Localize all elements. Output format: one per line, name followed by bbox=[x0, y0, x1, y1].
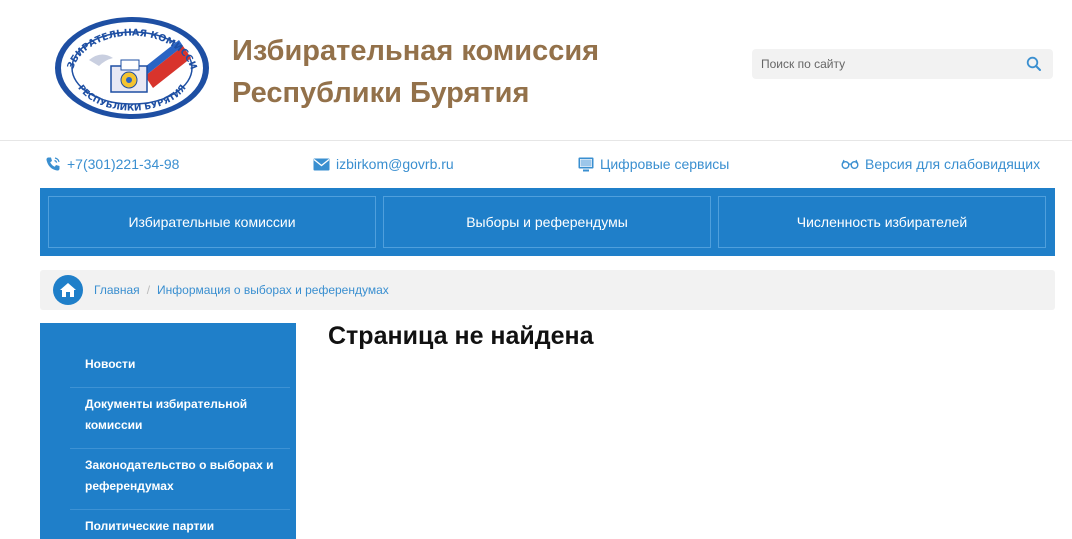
site-title-line2: Республики Бурятия bbox=[232, 77, 530, 109]
sidebar-menu: Новости Документы избирательной комиссии… bbox=[40, 323, 296, 539]
search-box bbox=[752, 49, 1053, 79]
home-button[interactable] bbox=[53, 275, 83, 305]
email-address: izbirkom@govrb.ru bbox=[336, 156, 454, 172]
search-icon bbox=[1026, 56, 1041, 71]
search-input[interactable] bbox=[752, 49, 1014, 79]
accessibility-link[interactable]: Версия для слабовидящих bbox=[841, 156, 1040, 172]
nav-item-label: Выборы и референдумы bbox=[466, 214, 628, 230]
breadcrumb: Главная / Информация о выборах и референ… bbox=[40, 270, 1055, 310]
breadcrumb-separator: / bbox=[146, 283, 151, 297]
nav-item-label: Избирательные комиссии bbox=[128, 214, 296, 230]
sidebar-item-news[interactable]: Новости bbox=[85, 354, 275, 375]
nav-item-elections[interactable]: Выборы и референдумы bbox=[383, 196, 711, 248]
accessibility-label: Версия для слабовидящих bbox=[865, 156, 1041, 172]
site-logo[interactable]: ИЗБИРАТЕЛЬНАЯ КОМИССИЯ РЕСПУБЛИКИ БУРЯТИ… bbox=[49, 6, 211, 121]
glasses-icon bbox=[841, 159, 859, 169]
page-title: Страница не найдена bbox=[328, 322, 594, 350]
phone-icon bbox=[46, 157, 60, 171]
envelope-icon bbox=[313, 158, 330, 170]
breadcrumb-current[interactable]: Информация о выборах и референдумах bbox=[157, 283, 389, 297]
nav-item-voters-count[interactable]: Численность избирателей bbox=[718, 196, 1046, 248]
digital-services-link[interactable]: Цифровые сервисы bbox=[578, 156, 729, 172]
search-button[interactable] bbox=[1025, 55, 1043, 73]
sidebar-item-documents[interactable]: Документы избирательной комиссии bbox=[85, 394, 275, 436]
nav-item-label: Численность избирателей bbox=[796, 214, 968, 230]
nav-item-commissions[interactable]: Избирательные комиссии bbox=[48, 196, 376, 248]
contact-bar: +7(301)221-34-98 izbirkom@govrb.ru Цифро… bbox=[0, 142, 1072, 188]
monitor-icon bbox=[578, 157, 594, 171]
home-icon bbox=[60, 283, 76, 297]
sidebar-divider bbox=[70, 448, 290, 449]
phone-link[interactable]: +7(301)221-34-98 bbox=[45, 156, 179, 172]
site-header: ИЗБИРАТЕЛЬНАЯ КОМИССИЯ РЕСПУБЛИКИ БУРЯТИ… bbox=[0, 0, 1072, 141]
phone-number: +7(301)221-34-98 bbox=[67, 156, 180, 172]
digital-services-label: Цифровые сервисы bbox=[600, 156, 730, 172]
election-commission-emblem: ИЗБИРАТЕЛЬНАЯ КОМИССИЯ РЕСПУБЛИКИ БУРЯТИ… bbox=[49, 6, 209, 119]
main-navigation: Избирательные комиссии Выборы и референд… bbox=[40, 188, 1055, 256]
site-title[interactable]: Избирательная комиссия Республики Буряти… bbox=[232, 30, 599, 114]
sidebar-item-legislation[interactable]: Законодательство о выборах и референдума… bbox=[85, 455, 275, 497]
site-title-line1: Избирательная комиссия bbox=[232, 35, 600, 67]
email-link[interactable]: izbirkom@govrb.ru bbox=[313, 156, 454, 172]
breadcrumb-home-link[interactable]: Главная bbox=[94, 283, 140, 297]
sidebar-divider bbox=[70, 387, 290, 388]
sidebar-item-parties[interactable]: Политические партии bbox=[85, 516, 275, 537]
sidebar-divider bbox=[70, 509, 290, 510]
